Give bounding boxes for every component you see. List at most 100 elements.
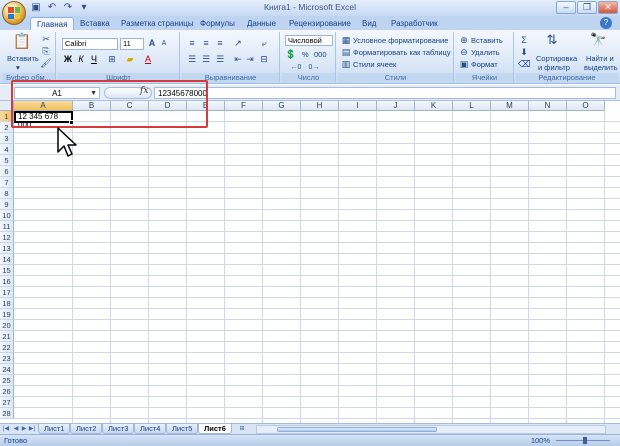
orientation-icon[interactable]: ↗ xyxy=(232,38,244,49)
active-cell-a1[interactable]: 12 345 678 000 xyxy=(14,111,73,129)
find-icon[interactable]: 🔭 xyxy=(590,33,606,50)
sort-filter-button[interactable]: Сортировка xyxy=(536,54,577,63)
column-header-h[interactable]: H xyxy=(301,101,339,111)
column-header-j[interactable]: J xyxy=(377,101,415,111)
align-middle-icon[interactable]: ≡ xyxy=(200,38,212,49)
currency-icon[interactable]: 💲 xyxy=(285,49,297,60)
column-header-g[interactable]: G xyxy=(263,101,301,111)
format-cells-button[interactable]: Формат xyxy=(471,60,498,69)
row-header-13[interactable]: 13 xyxy=(0,243,14,254)
find-select-button[interactable]: Найти и xyxy=(586,54,614,63)
row-header-24[interactable]: 24 xyxy=(0,364,14,375)
italic-icon[interactable]: К xyxy=(75,54,87,65)
row-header-22[interactable]: 22 xyxy=(0,342,14,353)
align-left-icon[interactable]: ☰ xyxy=(186,54,198,65)
bold-icon[interactable]: Ж xyxy=(62,54,74,65)
prev-sheet-icon[interactable]: ◀ xyxy=(12,425,20,434)
column-header-i[interactable]: I xyxy=(339,101,377,111)
align-bottom-icon[interactable]: ≡ xyxy=(214,38,226,49)
column-header-l[interactable]: L xyxy=(453,101,491,111)
column-header-k[interactable]: K xyxy=(415,101,453,111)
help-icon[interactable]: ? xyxy=(600,17,612,29)
name-box[interactable]: A1 ▼ xyxy=(14,87,100,99)
format-as-table-button[interactable]: Форматировать как таблицу xyxy=(353,48,451,57)
column-header-d[interactable]: D xyxy=(149,101,187,111)
percent-button[interactable]: % xyxy=(302,50,309,59)
row-header-11[interactable]: 11 xyxy=(0,221,14,232)
row-header-14[interactable]: 14 xyxy=(0,254,14,265)
column-header-f[interactable]: F xyxy=(225,101,263,111)
name-box-dropdown-icon[interactable]: ▼ xyxy=(90,88,97,99)
column-header-e[interactable]: E xyxy=(187,101,225,111)
sheet-tab-5[interactable]: Лист5 xyxy=(166,424,199,434)
row-header-23[interactable]: 23 xyxy=(0,353,14,364)
copy-icon[interactable]: ⎘ xyxy=(40,46,52,57)
next-sheet-icon[interactable]: ▶ xyxy=(20,425,28,434)
minimize-button[interactable]: – xyxy=(556,1,576,14)
tab-developer[interactable]: Разработчик xyxy=(385,17,444,31)
row-header-1[interactable]: 1 xyxy=(0,111,14,122)
row-header-16[interactable]: 16 xyxy=(0,276,14,287)
sort-filter-icon[interactable]: ⇅ xyxy=(544,33,560,50)
thousands-button[interactable]: 000 xyxy=(314,50,327,59)
row-header-28[interactable]: 28 xyxy=(0,408,14,419)
sheet-tab-6[interactable]: Лист6 xyxy=(198,424,232,434)
horizontal-scroll-thumb[interactable] xyxy=(277,427,437,432)
row-header-10[interactable]: 10 xyxy=(0,210,14,221)
increase-decimal-icon[interactable]: ←0 xyxy=(290,62,302,73)
row-header-8[interactable]: 8 xyxy=(0,188,14,199)
font-name-select[interactable]: Calibri xyxy=(62,38,118,50)
row-header-19[interactable]: 19 xyxy=(0,309,14,320)
row-header-6[interactable]: 6 xyxy=(0,166,14,177)
tab-view[interactable]: Вид xyxy=(356,17,382,31)
formula-input[interactable]: 12345678000 xyxy=(154,87,616,99)
merge-center-icon[interactable]: ⊟ xyxy=(258,54,270,65)
conditional-formatting-button[interactable]: Условное форматирование xyxy=(353,36,448,45)
row-header-12[interactable]: 12 xyxy=(0,232,14,243)
wrap-text-icon[interactable]: ⤶ xyxy=(258,38,270,49)
grow-font-icon[interactable]: A xyxy=(146,38,158,49)
insert-cells-button[interactable]: Вставить xyxy=(471,36,503,45)
row-header-17[interactable]: 17 xyxy=(0,287,14,298)
sort-filter-button-line2[interactable]: и фильтр xyxy=(538,63,570,72)
row-header-25[interactable]: 25 xyxy=(0,375,14,386)
column-header-o[interactable]: O xyxy=(567,101,605,111)
row-header-18[interactable]: 18 xyxy=(0,298,14,309)
column-header-c[interactable]: C xyxy=(111,101,149,111)
sheet-tab-3[interactable]: Лист3 xyxy=(102,424,135,434)
tab-data[interactable]: Данные xyxy=(241,17,282,31)
insert-sheet-icon[interactable]: ⊞ xyxy=(236,425,248,434)
select-all-corner[interactable] xyxy=(0,101,14,111)
font-size-select[interactable]: 11 xyxy=(120,38,144,50)
row-header-9[interactable]: 9 xyxy=(0,199,14,210)
last-sheet-icon[interactable]: ▶| xyxy=(28,425,36,434)
tab-insert[interactable]: Вставка xyxy=(74,17,116,31)
zoom-slider-knob[interactable] xyxy=(583,437,587,444)
paste-dropdown-icon[interactable]: ▾ xyxy=(16,63,20,72)
clear-icon[interactable]: ⌫ xyxy=(518,59,531,70)
row-header-26[interactable]: 26 xyxy=(0,386,14,397)
column-header-a[interactable]: A xyxy=(14,101,73,111)
column-header-b[interactable]: B xyxy=(73,101,111,111)
tab-home[interactable]: Главная xyxy=(30,17,75,31)
fill-handle[interactable] xyxy=(69,120,74,125)
row-header-15[interactable]: 15 xyxy=(0,265,14,276)
decrease-indent-icon[interactable]: ⇤ xyxy=(232,54,244,65)
column-header-n[interactable]: N xyxy=(529,101,567,111)
column-header-m[interactable]: M xyxy=(491,101,529,111)
borders-icon[interactable]: ⊞ xyxy=(106,54,118,65)
zoom-level[interactable]: 100% xyxy=(531,436,550,445)
tab-page-layout[interactable]: Разметка страницы xyxy=(115,17,200,31)
worksheet-grid[interactable]: A B C D E F G H I J K L M N O 1 2 3 4 5 6 7 8 9 10 11 12 13 14 15 16 17… xyxy=(0,101,620,423)
sheet-tab-4[interactable]: Лист4 xyxy=(134,424,167,434)
decrease-decimal-icon[interactable]: 0→ xyxy=(308,62,320,73)
paste-icon[interactable]: 📋 xyxy=(12,34,32,50)
fill-icon[interactable]: ⬇ xyxy=(518,47,530,58)
insert-function-icon[interactable]: fx xyxy=(140,86,148,96)
row-header-21[interactable]: 21 xyxy=(0,331,14,342)
autosum-icon[interactable]: Σ xyxy=(518,35,530,46)
format-painter-icon[interactable]: 🖌 xyxy=(40,58,52,69)
row-header-7[interactable]: 7 xyxy=(0,177,14,188)
font-color-icon[interactable]: A xyxy=(142,54,154,65)
tab-formulas[interactable]: Формулы xyxy=(194,17,241,31)
